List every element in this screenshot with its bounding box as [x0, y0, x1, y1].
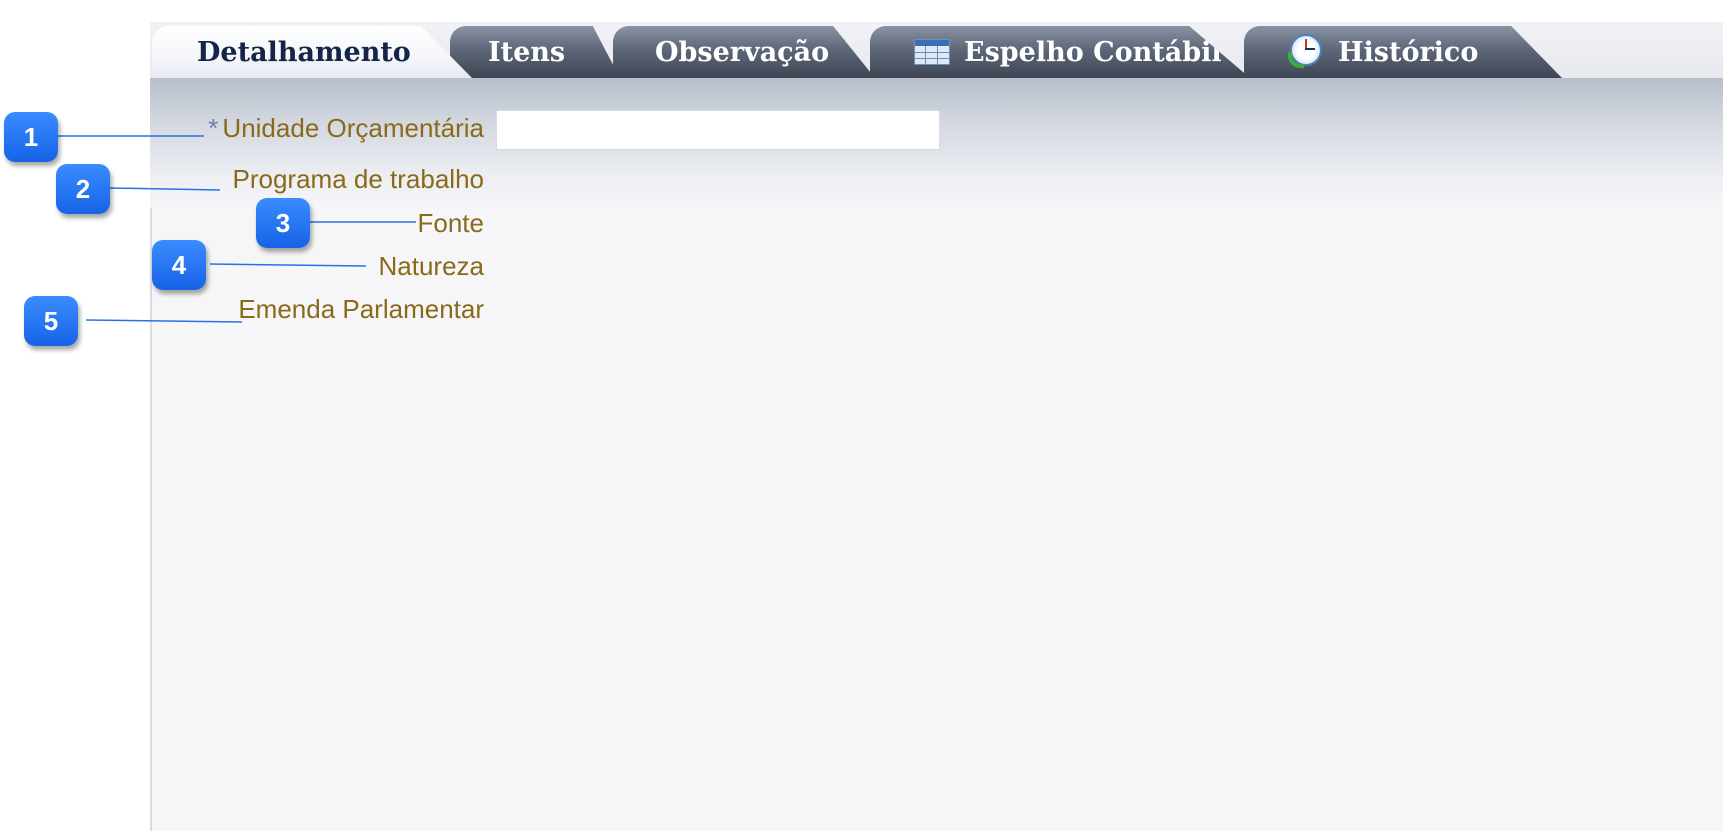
tab-historico-label: Histórico [1338, 36, 1479, 68]
tab-espelho-contabil-label: Espelho Contábil [964, 36, 1222, 68]
clock-history-icon [1288, 34, 1324, 70]
callout-leader-lines [58, 135, 416, 323]
tab-detalhamento-label: Detalhamento [197, 36, 411, 68]
tab-itens[interactable]: Itens [450, 26, 620, 78]
table-grid-icon [914, 39, 950, 65]
tab-observacao-label: Observação [655, 36, 830, 68]
tab-observacao[interactable]: Observação [613, 26, 875, 78]
tab-espelho-contabil[interactable]: Espelho Contábil [870, 26, 1250, 78]
callout-5: 5 [24, 296, 78, 346]
callout-4: 4 [152, 240, 206, 290]
tab-itens-label: Itens [488, 36, 566, 68]
leader-line-4 [209, 263, 367, 267]
tab-detalhamento[interactable]: Detalhamento [152, 26, 472, 78]
callout-2: 2 [56, 164, 110, 214]
leader-line-2 [109, 187, 221, 191]
callout-3: 3 [256, 198, 310, 248]
leader-line-5 [85, 319, 243, 323]
tab-historico[interactable]: Histórico [1244, 26, 1562, 78]
callout-1: 1 [4, 112, 58, 162]
